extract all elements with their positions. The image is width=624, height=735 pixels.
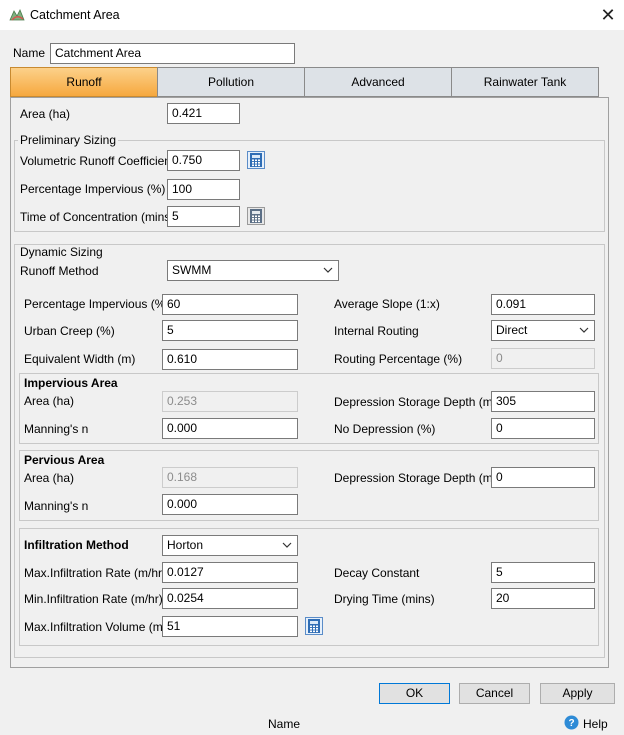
imp-area-input: 0.253	[162, 391, 298, 412]
max-volume-input[interactable]: 51	[162, 616, 298, 637]
urban-creep-label: Urban Creep (%)	[24, 324, 115, 338]
max-rate-label: Max.Infiltration Rate (m/hr)	[24, 566, 167, 580]
time-conc-label: Time of Concentration (mins)	[20, 210, 175, 224]
help-icon[interactable]: ?	[564, 715, 579, 730]
routing-pct-label: Routing Percentage (%)	[334, 352, 463, 366]
runoff-coeff-input[interactable]: 0.750	[167, 150, 240, 171]
apply-button[interactable]: Apply	[540, 683, 615, 704]
dynamic-sizing-title: Dynamic Sizing	[18, 245, 105, 259]
perv-area-label: Area (ha)	[24, 471, 75, 485]
catchment-app-icon	[9, 8, 25, 22]
perv-depression-input[interactable]: 0	[491, 467, 595, 488]
help-link[interactable]: Help	[583, 717, 608, 731]
chevron-down-icon	[579, 327, 589, 333]
runoff-method-select[interactable]: SWMM	[167, 260, 339, 281]
time-conc-input[interactable]: 5	[167, 206, 240, 227]
avg-slope-label: Average Slope (1:x)	[334, 297, 440, 311]
imp-mannings-label: Manning's n	[24, 422, 89, 436]
runoff-coeff-label: Volumetric Runoff Coefficient	[20, 154, 175, 168]
imp-mannings-input[interactable]: 0.000	[162, 418, 298, 439]
decay-label: Decay Constant	[334, 566, 420, 580]
imp-area-label: Area (ha)	[24, 394, 75, 408]
area-input[interactable]: 0.421	[167, 103, 240, 124]
perv-area-input: 0.168	[162, 467, 298, 488]
drying-input[interactable]: 20	[491, 588, 595, 609]
runoff-method-value: SWMM	[172, 263, 212, 277]
equiv-width-input[interactable]: 0.610	[162, 349, 298, 370]
impervious-area-title: Impervious Area	[24, 376, 118, 390]
infiltration-method-title: Infiltration Method	[24, 538, 129, 552]
calculator-icon[interactable]	[247, 151, 265, 169]
tab-runoff[interactable]: Runoff	[10, 67, 158, 97]
close-icon[interactable]: ✕	[597, 4, 619, 26]
status-text: Name	[268, 717, 301, 731]
dyn-pct-impervious-input[interactable]: 60	[162, 294, 298, 315]
tab-advanced[interactable]: Advanced	[304, 67, 452, 97]
calculator-icon[interactable]	[247, 207, 265, 225]
internal-routing-value: Direct	[496, 323, 528, 337]
perv-mannings-input[interactable]: 0.000	[162, 494, 298, 515]
drying-label: Drying Time (mins)	[334, 592, 435, 606]
name-input[interactable]: Catchment Area	[50, 43, 295, 64]
pervious-area-title: Pervious Area	[24, 453, 105, 467]
prelim-pct-impervious-input[interactable]: 100	[167, 179, 240, 200]
prelim-pct-impervious-label: Percentage Impervious (%)	[20, 182, 166, 196]
min-rate-input[interactable]: 0.0254	[162, 588, 298, 609]
infiltration-method-select[interactable]: Horton	[162, 535, 298, 556]
internal-routing-select[interactable]: Direct	[491, 320, 595, 341]
chevron-down-icon	[323, 267, 333, 273]
ok-button[interactable]: OK	[379, 683, 450, 704]
imp-depression-input[interactable]: 305	[491, 391, 595, 412]
max-rate-input[interactable]: 0.0127	[162, 562, 298, 583]
tab-pollution[interactable]: Pollution	[157, 67, 305, 97]
internal-routing-label: Internal Routing	[334, 324, 419, 338]
window-title: Catchment Area	[30, 8, 120, 22]
no-depression-label: No Depression (%)	[334, 422, 436, 436]
calculator-icon[interactable]	[305, 617, 323, 635]
avg-slope-input[interactable]: 0.091	[491, 294, 595, 315]
min-rate-label: Min.Infiltration Rate (m/hr)	[24, 592, 163, 606]
svg-text:?: ?	[568, 718, 574, 729]
perv-mannings-label: Manning's n	[24, 499, 89, 513]
infiltration-method-value: Horton	[167, 538, 204, 552]
runoff-method-label: Runoff Method	[20, 264, 99, 278]
perv-depression-label: Depression Storage Depth (mm)	[334, 471, 507, 485]
urban-creep-input[interactable]: 5	[162, 320, 298, 341]
equiv-width-label: Equivalent Width (m)	[24, 352, 136, 366]
name-label: Name	[13, 46, 46, 60]
max-volume-label: Max.Infiltration Volume (mm)	[24, 620, 177, 634]
tab-rainwater-tank[interactable]: Rainwater Tank	[451, 67, 599, 97]
preliminary-sizing-title: Preliminary Sizing	[18, 133, 119, 147]
routing-pct-input: 0	[491, 348, 595, 369]
imp-depression-label: Depression Storage Depth (mm)	[334, 395, 507, 409]
area-label: Area (ha)	[20, 107, 71, 121]
cancel-button[interactable]: Cancel	[459, 683, 530, 704]
dyn-pct-impervious-label: Percentage Impervious (%)	[24, 297, 170, 311]
chevron-down-icon	[282, 542, 292, 548]
decay-input[interactable]: 5	[491, 562, 595, 583]
status-bar	[0, 713, 624, 735]
no-depression-input[interactable]: 0	[491, 418, 595, 439]
